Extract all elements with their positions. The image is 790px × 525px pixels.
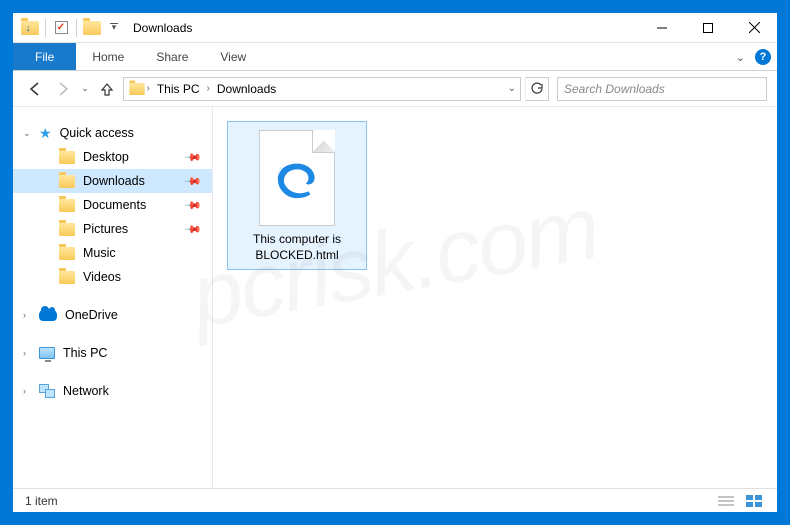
- up-button[interactable]: [95, 77, 119, 101]
- file-list[interactable]: This computer is BLOCKED.html: [213, 107, 777, 488]
- tab-share[interactable]: Share: [140, 43, 204, 70]
- breadcrumb-this-pc[interactable]: This PC: [154, 82, 203, 96]
- sidebar-onedrive[interactable]: › OneDrive: [13, 303, 212, 327]
- help-icon[interactable]: ?: [755, 49, 771, 65]
- sidebar-item-music[interactable]: Music: [13, 241, 212, 265]
- pin-icon: 📌: [184, 220, 203, 239]
- properties-icon[interactable]: ✓: [50, 17, 72, 39]
- html-file-icon: [259, 130, 335, 226]
- breadcrumb-downloads[interactable]: Downloads: [214, 82, 279, 96]
- file-name: This computer is BLOCKED.html: [232, 232, 362, 263]
- chevron-right-icon: ›: [147, 83, 150, 94]
- sidebar-item-pictures[interactable]: Pictures 📌: [13, 217, 212, 241]
- quick-access-toolbar: ↓ ✓ ▾: [13, 17, 125, 39]
- pin-icon: 📌: [184, 148, 203, 167]
- sidebar-quick-access[interactable]: ⌄ ★ Quick access: [13, 121, 212, 145]
- folder-icon: [59, 199, 75, 212]
- tab-home[interactable]: Home: [76, 43, 140, 70]
- chevron-down-icon[interactable]: ⌄: [23, 128, 31, 139]
- icons-view-button[interactable]: [743, 493, 765, 509]
- monitor-icon: [39, 347, 55, 359]
- sidebar-this-pc[interactable]: › This PC: [13, 341, 212, 365]
- network-icon: [39, 384, 55, 398]
- folder-icon: [59, 223, 75, 236]
- pin-icon: 📌: [184, 172, 203, 191]
- titlebar: ↓ ✓ ▾ Downloads: [13, 13, 777, 43]
- tab-view[interactable]: View: [204, 43, 262, 70]
- qat-dropdown-icon[interactable]: ▾: [103, 17, 125, 39]
- refresh-button[interactable]: [525, 77, 549, 101]
- address-bar: ⌄ ↓ › This PC › Downloads ⌄ Search Downl…: [13, 71, 777, 107]
- recent-dropdown-icon[interactable]: ⌄: [79, 77, 91, 101]
- sidebar-network[interactable]: › Network: [13, 379, 212, 403]
- status-bar: 1 item: [13, 488, 777, 512]
- window-title: Downloads: [133, 21, 192, 35]
- chevron-right-icon: ›: [207, 83, 210, 94]
- folder-icon: [59, 271, 75, 284]
- chevron-right-icon[interactable]: ›: [23, 386, 26, 396]
- breadcrumb-dropdown-icon[interactable]: ⌄: [508, 83, 516, 94]
- folder-icon[interactable]: [81, 17, 103, 39]
- folder-icon: [59, 247, 75, 260]
- back-button[interactable]: [23, 77, 47, 101]
- tab-file[interactable]: File: [13, 43, 76, 70]
- sidebar-item-desktop[interactable]: Desktop 📌: [13, 145, 212, 169]
- maximize-button[interactable]: [685, 13, 731, 43]
- close-button[interactable]: [731, 13, 777, 43]
- onedrive-icon: [39, 309, 57, 321]
- explorer-window: ↓ ✓ ▾ Downloads File Home: [13, 13, 777, 512]
- search-input[interactable]: Search Downloads: [557, 77, 767, 101]
- navigation-pane: ⌄ ★ Quick access Desktop 📌 Downloads 📌 D…: [13, 107, 213, 488]
- ribbon: File Home Share View ⌄ ?: [13, 43, 777, 71]
- star-icon: ★: [39, 125, 52, 142]
- forward-button[interactable]: [51, 77, 75, 101]
- folder-icon: [59, 151, 75, 164]
- item-count: 1 item: [25, 494, 58, 508]
- chevron-right-icon[interactable]: ›: [23, 310, 26, 320]
- edge-icon: [274, 155, 320, 201]
- chevron-right-icon[interactable]: ›: [23, 348, 26, 358]
- sidebar-item-videos[interactable]: Videos: [13, 265, 212, 289]
- pin-icon: 📌: [184, 196, 203, 215]
- app-icon[interactable]: ↓: [19, 17, 41, 39]
- details-view-button[interactable]: [715, 493, 737, 509]
- sidebar-item-downloads[interactable]: Downloads 📌: [13, 169, 212, 193]
- breadcrumb[interactable]: ↓ › This PC › Downloads ⌄: [123, 77, 521, 101]
- file-item[interactable]: This computer is BLOCKED.html: [227, 121, 367, 270]
- sidebar-item-documents[interactable]: Documents 📌: [13, 193, 212, 217]
- ribbon-collapse-icon[interactable]: ⌄: [736, 51, 745, 64]
- minimize-button[interactable]: [639, 13, 685, 43]
- folder-icon: [59, 175, 75, 188]
